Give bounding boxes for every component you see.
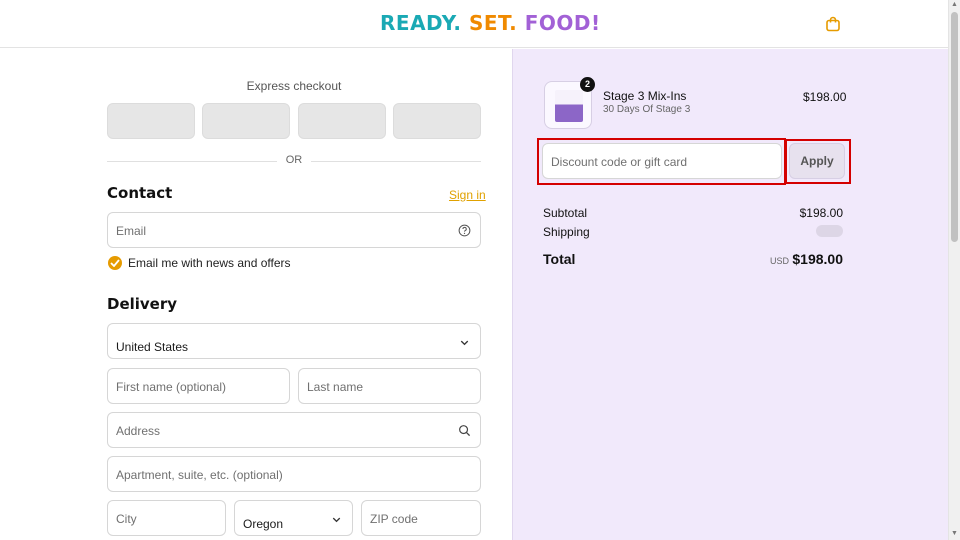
shipping-label: Shipping [543, 225, 590, 239]
shipping-value-placeholder [816, 225, 843, 237]
state-value: Oregon [243, 517, 284, 531]
divider-left [107, 161, 277, 162]
site-header: READY. SET. FOOD! [0, 0, 948, 48]
email-placeholder: Email [116, 224, 147, 238]
chevron-down-icon [460, 340, 469, 346]
store-logo[interactable]: READY. SET. FOOD! [380, 11, 601, 35]
product-variant: 30 Days Of Stage 3 [603, 104, 691, 115]
scroll-down-arrow-icon[interactable]: ▼ [951, 530, 958, 537]
logo-part-food: FOOD! [524, 11, 601, 35]
sign-in-link[interactable]: Sign in [449, 188, 486, 202]
help-circle-icon[interactable] [458, 224, 471, 237]
contact-heading: Contact [107, 184, 173, 202]
country-select[interactable]: United States [107, 323, 481, 359]
total-label: Total [543, 251, 576, 267]
checkout-form-panel: Express checkout OR Contact Sign in Emai… [0, 49, 512, 540]
express-pay-button-2[interactable] [202, 103, 290, 139]
last-name-placeholder: Last name [307, 380, 364, 394]
email-field[interactable]: Email [107, 212, 481, 248]
apartment-field[interactable]: Apartment, suite, etc. (optional) [107, 456, 481, 492]
discount-input-highlight [537, 138, 786, 185]
address-field[interactable]: Address [107, 412, 481, 448]
chevron-down-icon [332, 517, 341, 523]
page-scrollbar[interactable]: ▲ ▼ [948, 0, 960, 540]
last-name-field[interactable]: Last name [298, 368, 481, 404]
total-value: $198.00 [792, 251, 843, 267]
apartment-placeholder: Apartment, suite, etc. (optional) [116, 468, 283, 482]
subtotal-label: Subtotal [543, 206, 588, 220]
marketing-checkbox-label[interactable]: Email me with news and offers [128, 256, 291, 270]
product-price: $198.00 [803, 90, 847, 104]
divider-right [311, 161, 481, 162]
search-icon [459, 425, 471, 437]
scrollbar-thumb[interactable] [951, 12, 958, 242]
city-field[interactable]: City [107, 500, 226, 536]
product-name: Stage 3 Mix-Ins [603, 89, 687, 103]
express-pay-button-4[interactable] [393, 103, 481, 139]
logo-part-ready: READY. [380, 11, 462, 35]
first-name-field[interactable]: First name (optional) [107, 368, 290, 404]
shopping-bag-icon[interactable] [825, 16, 841, 32]
express-pay-button-3[interactable] [298, 103, 386, 139]
order-summary-panel: 2 Stage 3 Mix-Ins 30 Days Of Stage 3 $19… [512, 49, 948, 540]
checkmark-icon [110, 259, 120, 267]
delivery-heading: Delivery [107, 295, 178, 313]
zip-field[interactable]: ZIP code [361, 500, 481, 536]
logo-part-set: SET. [468, 11, 518, 35]
country-value: United States [116, 340, 189, 354]
product-image [555, 90, 583, 122]
express-checkout-label: Express checkout [246, 79, 342, 93]
state-select[interactable]: Oregon [234, 500, 353, 536]
address-placeholder: Address [116, 424, 161, 438]
zip-placeholder: ZIP code [370, 512, 418, 526]
or-divider-text: OR [285, 154, 303, 166]
marketing-checkbox[interactable] [108, 256, 122, 270]
quantity-badge: 2 [580, 77, 595, 92]
city-placeholder: City [116, 512, 137, 526]
express-pay-button-1[interactable] [107, 103, 195, 139]
scroll-up-arrow-icon[interactable]: ▲ [951, 1, 958, 8]
subtotal-value: $198.00 [799, 206, 843, 220]
apply-button-highlight [785, 139, 851, 184]
first-name-placeholder: First name (optional) [116, 380, 227, 394]
